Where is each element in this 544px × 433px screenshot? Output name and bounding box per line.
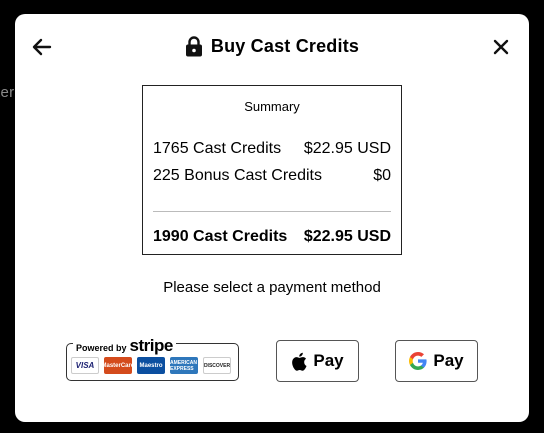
summary-total-row: 1990 Cast Credits $22.95 USD	[153, 228, 391, 246]
amex-logo: AMERICAN EXPRESS	[170, 357, 198, 374]
summary-row-label: 225 Bonus Cast Credits	[153, 167, 322, 184]
google-pay-label: Pay	[433, 351, 464, 370]
summary-divider	[153, 211, 391, 212]
google-g-icon	[409, 352, 427, 370]
mastercard-logo: MasterCard	[102, 357, 135, 374]
summary-row: 1765 Cast Credits $22.95 USD	[153, 140, 391, 158]
visa-logo: VISA	[71, 357, 99, 374]
apple-pay-label: Pay	[313, 351, 344, 370]
apple-icon	[292, 352, 307, 371]
google-pay-button[interactable]: Pay	[395, 340, 478, 382]
card-brand-logos: VISA MasterCard Maestro AMERICAN EXPRESS…	[71, 357, 231, 374]
close-icon	[493, 39, 509, 55]
summary-total-label: 1990 Cast Credits	[153, 228, 288, 245]
modal-title-text: Buy Cast Credits	[210, 36, 360, 56]
stripe-powered-by: Powered by stripe	[73, 336, 176, 356]
powered-by-text: Powered by	[76, 343, 127, 353]
apple-pay-button[interactable]: Pay	[276, 340, 359, 382]
payment-method-prompt: Please select a payment method	[163, 279, 381, 296]
discover-logo: DISCOVER	[203, 357, 231, 374]
order-summary-box: Summary 1765 Cast Credits $22.95 USD 225…	[142, 85, 402, 255]
summary-row-value: $0	[373, 167, 391, 184]
maestro-logo: Maestro	[137, 357, 165, 374]
summary-heading: Summary	[244, 99, 300, 114]
summary-row-value: $22.95 USD	[303, 140, 391, 157]
close-button[interactable]	[486, 32, 516, 62]
summary-row-label: 1765 Cast Credits	[153, 140, 282, 157]
buy-credits-modal: Buy Cast Credits Summary 1765 Cast Credi…	[15, 14, 529, 422]
background-peek-text: ter	[0, 84, 15, 101]
stripe-pay-button[interactable]: Powered by stripe VISA MasterCard Maestr…	[66, 336, 239, 381]
summary-total-value: $22.95 USD	[303, 228, 391, 245]
summary-row: 225 Bonus Cast Credits $0	[153, 167, 391, 185]
lock-icon	[185, 36, 202, 57]
stripe-logo: stripe	[129, 336, 174, 355]
modal-title: Buy Cast Credits	[15, 36, 529, 57]
